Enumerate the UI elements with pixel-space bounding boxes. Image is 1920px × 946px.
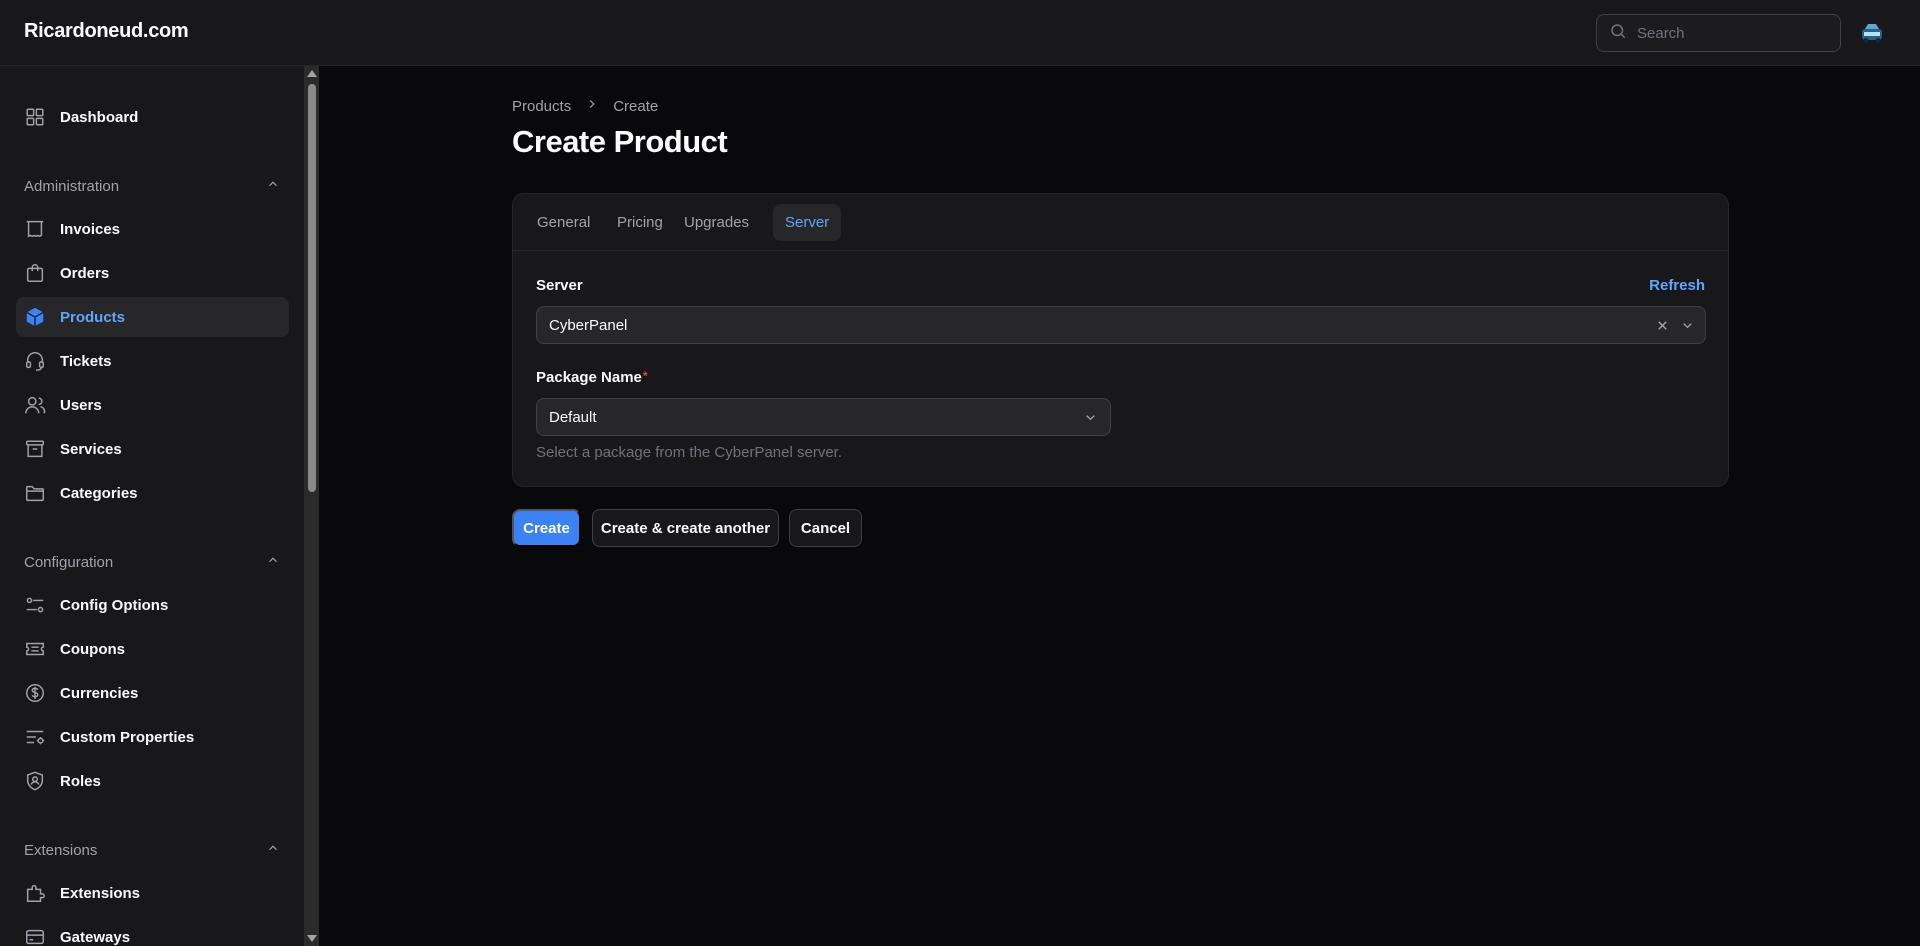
cancel-button[interactable]: Cancel <box>789 509 862 547</box>
sidebar-item-tickets[interactable]: Tickets <box>16 341 289 381</box>
archive-box-icon <box>24 438 46 460</box>
breadcrumb-products-link[interactable]: Products <box>512 98 571 115</box>
sidebar-item-coupons[interactable]: Coupons <box>16 629 289 669</box>
puzzle-icon <box>24 882 46 904</box>
dashboard-grid-icon <box>24 106 46 128</box>
refresh-link[interactable]: Refresh <box>1649 277 1705 294</box>
sidebar-item-currencies[interactable]: Currencies <box>16 673 289 713</box>
sidebar-item-label: Tickets <box>60 352 112 370</box>
sliders-icon <box>24 594 46 616</box>
users-icon <box>24 394 46 416</box>
search-icon <box>1609 22 1627 45</box>
sidebar-item-custom-properties[interactable]: Custom Properties <box>16 717 289 757</box>
sidebar-item-label: Coupons <box>60 640 125 658</box>
page-title: Create Product <box>512 124 728 159</box>
sidebar-item-label: Extensions <box>60 884 141 902</box>
sidebar-item-label: Orders <box>60 264 110 282</box>
group-administration[interactable]: Administration <box>24 174 280 198</box>
dollar-circle-icon <box>24 682 46 704</box>
sidebar-item-label: Config Options <box>60 596 169 614</box>
user-avatar[interactable] <box>1859 21 1885 45</box>
shopping-bag-icon <box>24 262 46 284</box>
sidebar-item-label: Users <box>60 396 102 414</box>
package-name-select-value: Default <box>549 408 597 426</box>
scroll-up-arrow-icon[interactable] <box>307 70 317 77</box>
create-button[interactable]: Create <box>512 509 581 547</box>
chevron-up-icon[interactable] <box>266 841 280 860</box>
group-label: Extensions <box>24 841 98 859</box>
product-form-card: General Pricing Upgrades Server Server R… <box>512 193 1729 487</box>
create-and-create-another-button[interactable]: Create & create another <box>592 509 779 547</box>
search-box[interactable] <box>1596 14 1841 52</box>
receipt-icon <box>24 218 46 240</box>
sidebar-item-label: Invoices <box>60 220 121 238</box>
sidebar-scroll-area[interactable]: Dashboard Administration Invoices Orders… <box>0 66 304 946</box>
scrollbar-thumb[interactable] <box>308 84 316 492</box>
cube-icon <box>24 306 46 328</box>
sidebar-item-roles[interactable]: Roles <box>16 761 289 801</box>
tab-bar: General Pricing Upgrades Server <box>513 194 1728 251</box>
tab-upgrades[interactable]: Upgrades <box>672 204 761 241</box>
scroll-down-arrow-icon[interactable] <box>307 935 317 942</box>
folder-icon <box>24 482 46 504</box>
tab-pricing[interactable]: Pricing <box>605 204 675 241</box>
sidebar-item-categories[interactable]: Categories <box>16 473 289 513</box>
sidebar-item-config-options[interactable]: Config Options <box>16 585 289 625</box>
chevron-up-icon[interactable] <box>266 177 280 196</box>
server-select-value: CyberPanel <box>549 316 628 334</box>
sidebar-item-users[interactable]: Users <box>16 385 289 425</box>
package-helper-text: Select a package from the CyberPanel ser… <box>536 444 842 461</box>
group-label: Administration <box>24 177 120 195</box>
brand-logo[interactable]: Ricardoneud.com <box>24 20 189 43</box>
sidebar-item-dashboard[interactable]: Dashboard <box>16 97 289 137</box>
sidebar-item-label: Dashboard <box>60 108 139 126</box>
sidebar-item-services[interactable]: Services <box>16 429 289 469</box>
sidebar-item-extensions[interactable]: Extensions <box>16 873 289 913</box>
tab-general[interactable]: General <box>525 204 602 241</box>
top-bar: Ricardoneud.com <box>0 0 1920 66</box>
list-settings-icon <box>24 726 46 748</box>
clear-x-icon[interactable] <box>1655 318 1670 338</box>
shield-user-icon <box>24 770 46 792</box>
chevron-up-icon[interactable] <box>266 553 280 572</box>
package-name-select-controls <box>1083 410 1098 430</box>
server-select-controls <box>1655 318 1695 338</box>
sidebar-item-label: Products <box>60 308 126 326</box>
sidebar-item-invoices[interactable]: Invoices <box>16 209 289 249</box>
group-label: Configuration <box>24 553 114 571</box>
package-name-label-text: Package Name <box>536 369 642 386</box>
group-configuration[interactable]: Configuration <box>24 550 280 574</box>
server-select[interactable]: CyberPanel <box>536 306 1706 344</box>
group-extensions[interactable]: Extensions <box>24 838 280 862</box>
chevron-down-icon[interactable] <box>1083 410 1098 430</box>
sidebar-item-label: Currencies <box>60 684 139 702</box>
sidebar-item-orders[interactable]: Orders <box>16 253 289 293</box>
headset-icon <box>24 350 46 372</box>
package-name-select[interactable]: Default <box>536 398 1111 436</box>
breadcrumb-create-link[interactable]: Create <box>613 98 658 115</box>
search-input[interactable] <box>1637 24 1827 42</box>
breadcrumb: Products Create <box>512 97 658 115</box>
package-name-field-label: Package Name* <box>536 369 648 386</box>
sidebar-item-label: Gateways <box>60 928 131 946</box>
sidebar: Dashboard Administration Invoices Orders… <box>0 66 304 946</box>
sidebar-item-label: Services <box>60 440 122 458</box>
required-asterisk: * <box>642 369 648 383</box>
tab-server[interactable]: Server <box>773 204 842 241</box>
sidebar-item-label: Custom Properties <box>60 728 195 746</box>
chevron-down-icon[interactable] <box>1680 318 1695 338</box>
ticket-icon <box>24 638 46 660</box>
sidebar-item-label: Roles <box>60 772 101 790</box>
sidebar-item-products[interactable]: Products <box>16 297 289 337</box>
server-field-label: Server <box>536 277 583 294</box>
sidebar-scrollbar[interactable] <box>304 66 319 946</box>
sidebar-item-label: Categories <box>60 484 138 502</box>
credit-card-icon <box>24 926 46 946</box>
chevron-right-icon <box>571 97 613 115</box>
sidebar-item-gateways[interactable]: Gateways <box>16 917 289 946</box>
